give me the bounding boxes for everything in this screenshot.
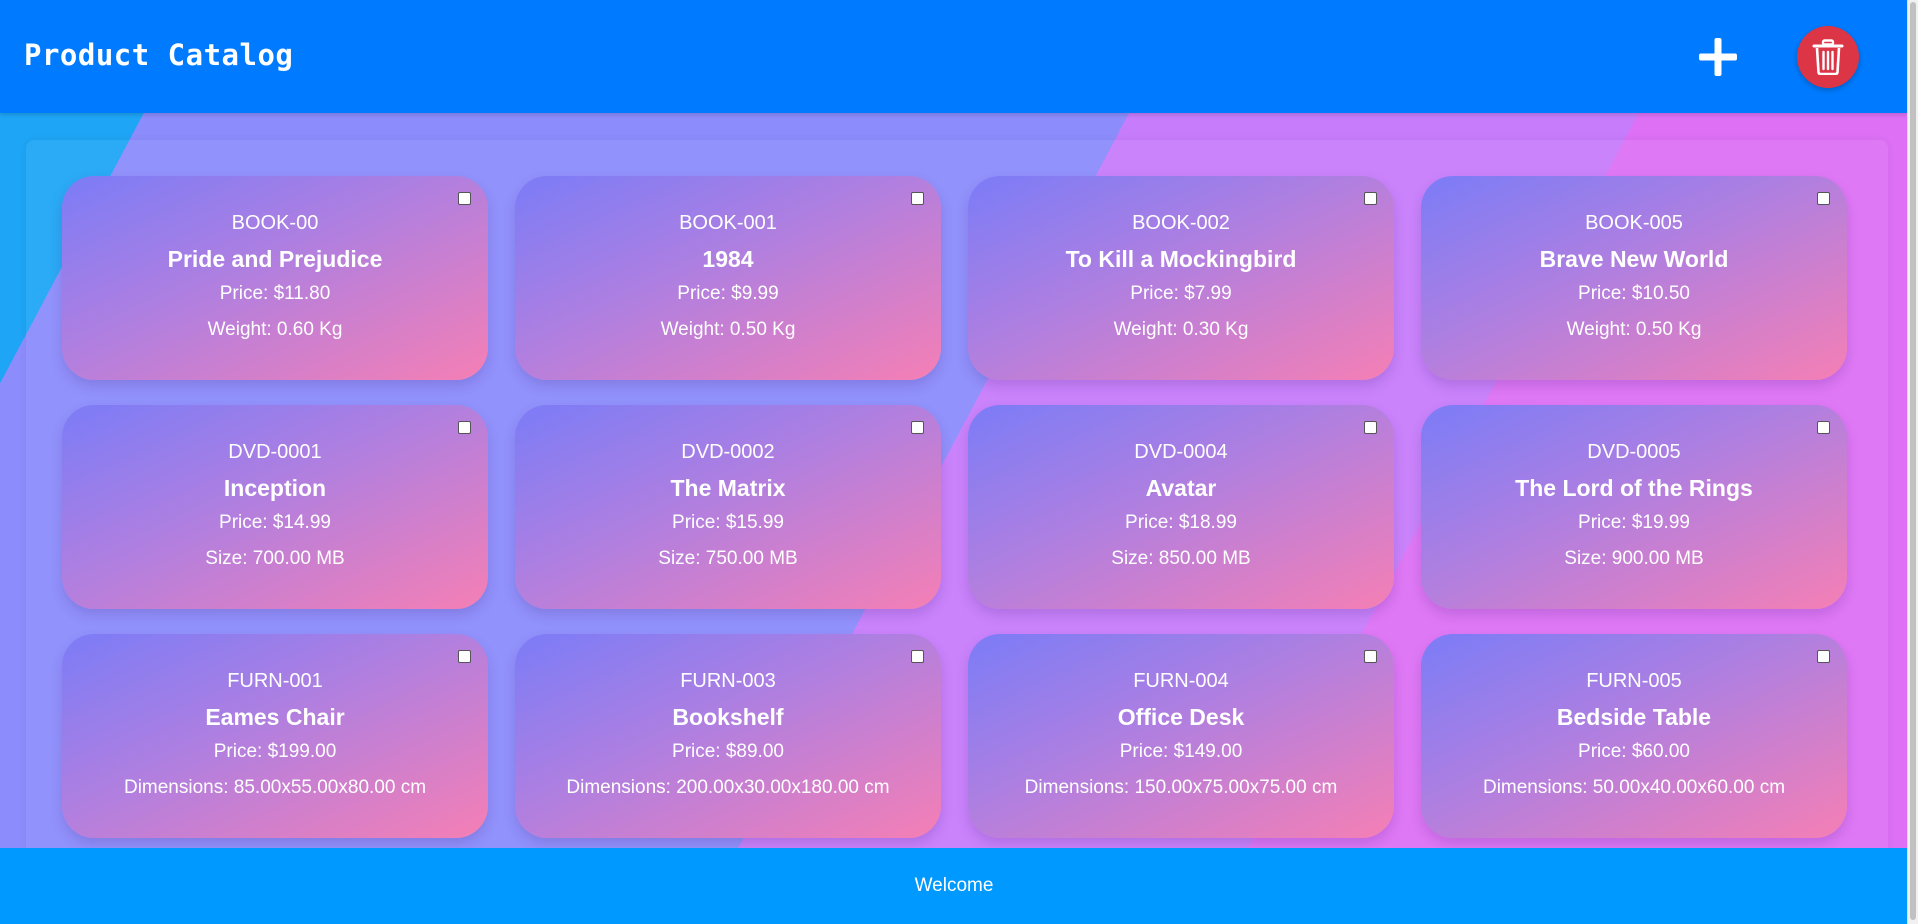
product-price: Price: $149.00 <box>1119 741 1243 762</box>
app-header: Product Catalog <box>0 0 1908 113</box>
product-name: Eames Chair <box>205 704 345 730</box>
product-select-checkbox[interactable] <box>911 421 924 434</box>
product-select-checkbox[interactable] <box>458 192 471 205</box>
product-select-checkbox[interactable] <box>458 421 471 434</box>
product-price: Price: $10.50 <box>1578 283 1690 304</box>
product-select-checkbox[interactable] <box>458 650 471 663</box>
vertical-scrollbar[interactable] <box>1907 0 1918 924</box>
product-attribute: Size: 750.00 MB <box>658 548 798 569</box>
product-price: Price: $7.99 <box>1130 283 1232 304</box>
product-attribute: Dimensions: 85.00x55.00x80.00 cm <box>123 777 427 798</box>
product-card[interactable]: DVD-0002 The Matrix Price: $15.99 Size: 750… <box>515 405 941 609</box>
product-sku: DVD-0002 <box>681 441 775 463</box>
product-card[interactable]: BOOK-001 1984 Price: $9.99 Weight: 0.50 Kg <box>515 176 941 380</box>
app-footer: Welcome <box>0 848 1908 924</box>
product-attribute: Weight: 0.30 Kg <box>1113 319 1249 340</box>
product-attribute: Dimensions: 150.00x75.00x75.00 cm <box>1024 777 1338 798</box>
product-attribute: Size: 850.00 MB <box>1111 548 1251 569</box>
product-name: 1984 <box>702 246 754 272</box>
product-name: Office Desk <box>1117 704 1245 730</box>
product-price: Price: $9.99 <box>677 283 779 304</box>
product-select-checkbox[interactable] <box>1364 192 1377 205</box>
product-price: Price: $19.99 <box>1578 512 1690 533</box>
footer-text: Welcome <box>914 875 994 896</box>
product-select-checkbox[interactable] <box>1817 421 1830 434</box>
plus-icon <box>1688 36 1748 78</box>
product-name: Bedside Table <box>1556 704 1712 730</box>
product-sku: FURN-003 <box>680 670 776 692</box>
product-price: Price: $60.00 <box>1578 741 1690 762</box>
product-price: Price: $11.80 <box>219 283 331 304</box>
product-price: Price: $18.99 <box>1125 512 1237 533</box>
product-attribute: Weight: 0.60 Kg <box>207 319 343 340</box>
product-price: Price: $15.99 <box>672 512 784 533</box>
product-price: Price: $14.99 <box>219 512 331 533</box>
product-attribute: Weight: 0.50 Kg <box>1566 319 1702 340</box>
product-card[interactable]: FURN-001 Eames Chair Price: $199.00 Dimensi… <box>62 634 488 838</box>
product-name: To Kill a Mockingbird <box>1065 246 1297 272</box>
product-card[interactable]: DVD-0001 Inception Price: $14.99 Size: 700.… <box>62 405 488 609</box>
product-sku: BOOK-00 <box>231 212 319 234</box>
product-select-checkbox[interactable] <box>1817 192 1830 205</box>
product-card[interactable]: BOOK-005 Brave New World Price: $10.50 Weig… <box>1421 176 1847 380</box>
product-card[interactable]: BOOK-00 Pride and Prejudice Price: $11.80 W… <box>62 176 488 380</box>
product-select-checkbox[interactable] <box>1364 421 1377 434</box>
delete-selected-button[interactable] <box>1797 26 1859 88</box>
product-sku: DVD-0005 <box>1587 441 1681 463</box>
product-card[interactable]: FURN-005 Bedside Table Price: $60.00 Dimens… <box>1421 634 1847 838</box>
product-sku: BOOK-005 <box>1585 212 1683 234</box>
product-select-checkbox[interactable] <box>1364 650 1377 663</box>
product-name: Avatar <box>1145 475 1217 501</box>
product-sku: DVD-0004 <box>1134 441 1228 463</box>
product-name: Inception <box>223 475 327 501</box>
trash-icon <box>1797 39 1859 75</box>
product-name: Pride and Prejudice <box>167 246 383 272</box>
product-select-checkbox[interactable] <box>911 650 924 663</box>
product-price: Price: $89.00 <box>672 741 784 762</box>
product-select-checkbox[interactable] <box>1817 650 1830 663</box>
product-name: Bookshelf <box>672 704 784 730</box>
product-sku: FURN-004 <box>1133 670 1229 692</box>
product-card[interactable]: DVD-0005 The Lord of the Rings Price: $19.… <box>1421 405 1847 609</box>
page-title: Product Catalog <box>24 38 294 72</box>
product-select-checkbox[interactable] <box>911 192 924 205</box>
product-sku: FURN-005 <box>1586 670 1682 692</box>
product-sku: DVD-0001 <box>228 441 322 463</box>
product-price: Price: $199.00 <box>213 741 337 762</box>
product-sku: BOOK-001 <box>679 212 777 234</box>
page-background: Product Catalog BOOK-00 Pride and Prejud… <box>0 0 1908 924</box>
product-card[interactable]: FURN-003 Bookshelf Price: $89.00 Dimensions… <box>515 634 941 838</box>
product-sku: FURN-001 <box>227 670 323 692</box>
add-product-button[interactable] <box>1688 27 1748 87</box>
product-sku: BOOK-002 <box>1132 212 1230 234</box>
product-attribute: Weight: 0.50 Kg <box>660 319 796 340</box>
product-name: The Lord of the Rings <box>1515 475 1753 501</box>
scrollbar-thumb[interactable] <box>1910 2 1916 920</box>
product-attribute: Dimensions: 200.00x30.00x180.00 cm <box>566 777 890 798</box>
product-card[interactable]: BOOK-002 To Kill a Mockingbird Price: $7.9… <box>968 176 1394 380</box>
product-name: The Matrix <box>670 475 786 501</box>
product-attribute: Size: 900.00 MB <box>1564 548 1704 569</box>
product-name: Brave New World <box>1539 246 1729 272</box>
product-grid: BOOK-00 Pride and Prejudice Price: $11.80 W… <box>62 176 1847 838</box>
product-attribute: Dimensions: 50.00x40.00x60.00 cm <box>1482 777 1786 798</box>
product-card[interactable]: DVD-0004 Avatar Price: $18.99 Size: 850.00 … <box>968 405 1394 609</box>
product-attribute: Size: 700.00 MB <box>205 548 345 569</box>
product-card[interactable]: FURN-004 Office Desk Price: $149.00 Dimensi… <box>968 634 1394 838</box>
